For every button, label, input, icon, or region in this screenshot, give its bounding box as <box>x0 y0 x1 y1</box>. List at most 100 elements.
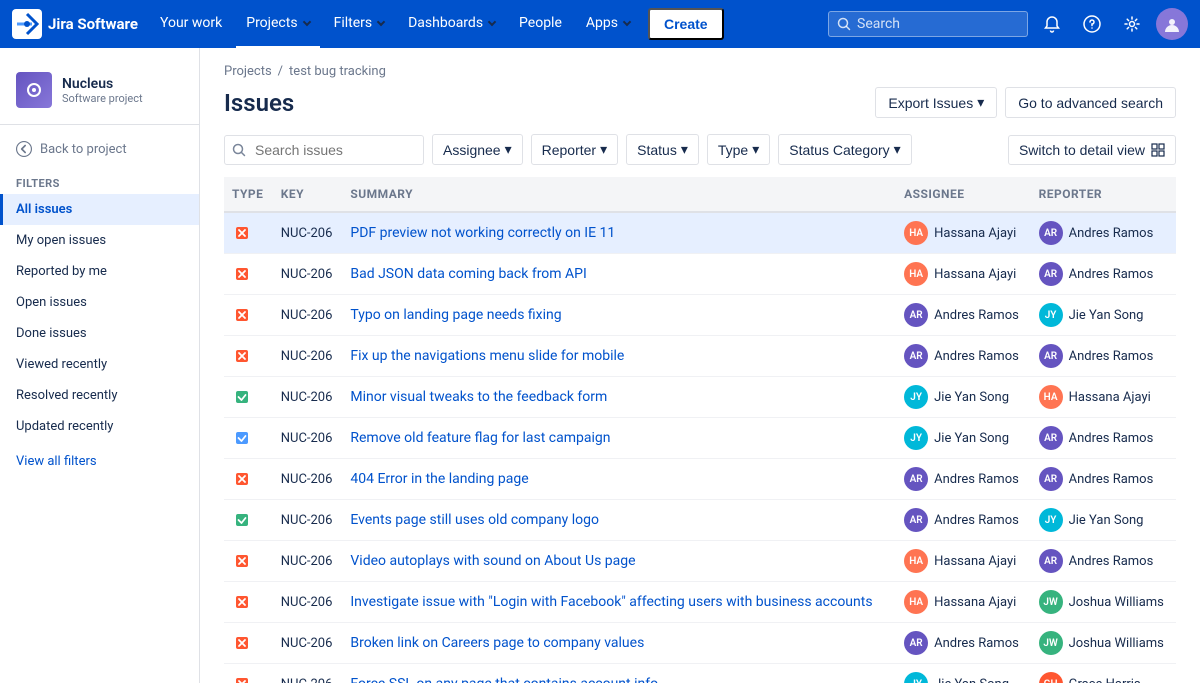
view-all-filters-link[interactable]: View all filters <box>0 446 199 477</box>
issue-summary[interactable]: 404 Error in the landing page <box>350 471 528 487</box>
issue-assignee-cell: JY Jie Yan Song <box>896 418 1030 459</box>
issue-summary-cell: Minor visual tweaks to the feedback form <box>342 377 896 418</box>
status-filter-button[interactable]: Status ▾ <box>626 134 699 165</box>
reporter-filter-button[interactable]: Reporter ▾ <box>531 134 619 165</box>
issue-reporter-cell: AR Andres Ramos <box>1031 336 1176 377</box>
sidebar-item-updated-recently[interactable]: Updated recently <box>0 411 199 442</box>
sidebar-item-done-issues[interactable]: Done issues <box>0 318 199 349</box>
switch-view-button[interactable]: Switch to detail view <box>1008 135 1176 165</box>
breadcrumb: Projects / test bug tracking <box>224 64 1176 79</box>
create-button[interactable]: Create <box>648 8 724 40</box>
issue-summary[interactable]: Bad JSON data coming back from API <box>350 266 586 282</box>
assignee-name: Hassana Ajayi <box>934 554 1016 569</box>
nav-your-work[interactable]: Your work <box>150 0 232 48</box>
sidebar-item-resolved-recently[interactable]: Resolved recently <box>0 380 199 411</box>
table-row[interactable]: NUC-206 Events page still uses old compa… <box>224 500 1176 541</box>
assignee-avatar: JY <box>904 672 928 683</box>
issue-summary[interactable]: Remove old feature flag for last campaig… <box>350 430 610 446</box>
issue-type-icon-bug <box>232 674 252 683</box>
issue-key[interactable]: NUC-206 <box>281 267 333 282</box>
nav-dashboards[interactable]: Dashboards <box>398 0 505 48</box>
table-row[interactable]: NUC-206 Video autoplays with sound on Ab… <box>224 541 1176 582</box>
issue-key[interactable]: NUC-206 <box>281 431 333 446</box>
issue-summary[interactable]: Events page still uses old company logo <box>350 512 599 528</box>
issue-summary[interactable]: Broken link on Careers page to company v… <box>350 635 644 651</box>
sidebar-item-viewed-recently[interactable]: Viewed recently <box>0 349 199 380</box>
issue-type-cell <box>224 336 273 377</box>
issue-assignee-cell: AR Andres Ramos <box>896 500 1030 541</box>
sidebar-item-my-open-issues[interactable]: My open issues <box>0 225 199 256</box>
table-row[interactable]: NUC-206 Remove old feature flag for last… <box>224 418 1176 459</box>
table-row[interactable]: NUC-206 Force SSL on any page that conta… <box>224 664 1176 683</box>
table-row[interactable]: NUC-206 Broken link on Careers page to c… <box>224 623 1176 664</box>
page-header: Issues Export Issues ▾ Go to advanced se… <box>224 87 1176 118</box>
settings-button[interactable] <box>1116 8 1148 40</box>
help-icon <box>1083 15 1101 33</box>
nav-people[interactable]: People <box>509 0 572 48</box>
export-issues-button[interactable]: Export Issues ▾ <box>875 87 997 118</box>
advanced-search-button[interactable]: Go to advanced search <box>1005 87 1176 118</box>
notifications-button[interactable] <box>1036 8 1068 40</box>
issue-type-icon-bug <box>232 346 252 366</box>
issue-summary[interactable]: Investigate issue with "Login with Faceb… <box>350 594 872 610</box>
breadcrumb-project[interactable]: test bug tracking <box>289 64 386 79</box>
issue-key[interactable]: NUC-206 <box>281 226 333 241</box>
assignee-filter-button[interactable]: Assignee ▾ <box>432 134 523 165</box>
issue-assignee-cell: AR Andres Ramos <box>896 295 1030 336</box>
help-button[interactable] <box>1076 8 1108 40</box>
issue-summary[interactable]: Force SSL on any page that contains acco… <box>350 676 658 683</box>
reporter-name: Andres Ramos <box>1069 472 1154 487</box>
issue-key[interactable]: NUC-206 <box>281 472 333 487</box>
reporter-avatar: AR <box>1039 221 1063 245</box>
sidebar-item-open-issues[interactable]: Open issues <box>0 287 199 318</box>
reporter-avatar: AR <box>1039 426 1063 450</box>
issue-summary[interactable]: PDF preview not working correctly on IE … <box>350 225 615 241</box>
issue-key[interactable]: NUC-206 <box>281 390 333 405</box>
issue-summary[interactable]: Video autoplays with sound on About Us p… <box>350 553 635 569</box>
issue-key[interactable]: NUC-206 <box>281 595 333 610</box>
issue-type-cell <box>224 664 273 683</box>
issue-type-icon-bug <box>232 592 252 612</box>
nav-apps[interactable]: Apps <box>576 0 640 48</box>
app-logo[interactable]: Jira Software <box>12 9 138 39</box>
issue-key[interactable]: NUC-206 <box>281 308 333 323</box>
issue-summary-cell: Fix up the navigations menu slide for mo… <box>342 336 896 377</box>
issue-summary[interactable]: Minor visual tweaks to the feedback form <box>350 389 607 405</box>
sidebar-project: Nucleus Software project <box>0 64 199 125</box>
issue-key[interactable]: NUC-206 <box>281 677 333 683</box>
issue-summary[interactable]: Typo on landing page needs fixing <box>350 307 561 323</box>
search-placeholder: Search <box>857 16 900 32</box>
export-dropdown-icon: ▾ <box>977 94 984 111</box>
reporter-name: Andres Ramos <box>1069 554 1154 569</box>
status-category-filter-button[interactable]: Status Category ▾ <box>778 134 911 165</box>
table-row[interactable]: NUC-206 PDF preview not working correctl… <box>224 212 1176 254</box>
sidebar-item-reported-by-me[interactable]: Reported by me <box>0 256 199 287</box>
project-type: Software project <box>62 92 143 105</box>
search-bar[interactable]: Search <box>828 11 1028 37</box>
issue-key[interactable]: NUC-206 <box>281 554 333 569</box>
issue-type-icon-bug <box>232 223 252 243</box>
issue-key[interactable]: NUC-206 <box>281 349 333 364</box>
nav-projects[interactable]: Projects <box>236 0 319 48</box>
nav-filters[interactable]: Filters <box>324 0 395 48</box>
user-avatar[interactable] <box>1156 8 1188 40</box>
table-row[interactable]: NUC-206 Typo on landing page needs fixin… <box>224 295 1176 336</box>
issue-summary-cell: 404 Error in the landing page <box>342 459 896 500</box>
assignee-avatar: AR <box>904 303 928 327</box>
table-row[interactable]: NUC-206 Investigate issue with "Login wi… <box>224 582 1176 623</box>
breadcrumb-projects[interactable]: Projects <box>224 64 272 79</box>
table-row[interactable]: NUC-206 Fix up the navigations menu slid… <box>224 336 1176 377</box>
type-filter-button[interactable]: Type ▾ <box>707 134 770 165</box>
reporter-name: Andres Ramos <box>1069 226 1154 241</box>
issue-summary[interactable]: Fix up the navigations menu slide for mo… <box>350 348 624 364</box>
table-row[interactable]: NUC-206 Minor visual tweaks to the feedb… <box>224 377 1176 418</box>
issue-key[interactable]: NUC-206 <box>281 636 333 651</box>
back-to-project-link[interactable]: Back to project <box>0 133 199 165</box>
table-row[interactable]: NUC-206 Bad JSON data coming back from A… <box>224 254 1176 295</box>
table-row[interactable]: NUC-206 404 Error in the landing page AR… <box>224 459 1176 500</box>
issue-key[interactable]: NUC-206 <box>281 513 333 528</box>
content-inner: Projects / test bug tracking Issues Expo… <box>200 48 1200 683</box>
sidebar-item-all-issues[interactable]: All issues <box>0 194 199 225</box>
search-issues-input[interactable] <box>224 135 424 165</box>
assignee-avatar: AR <box>904 344 928 368</box>
